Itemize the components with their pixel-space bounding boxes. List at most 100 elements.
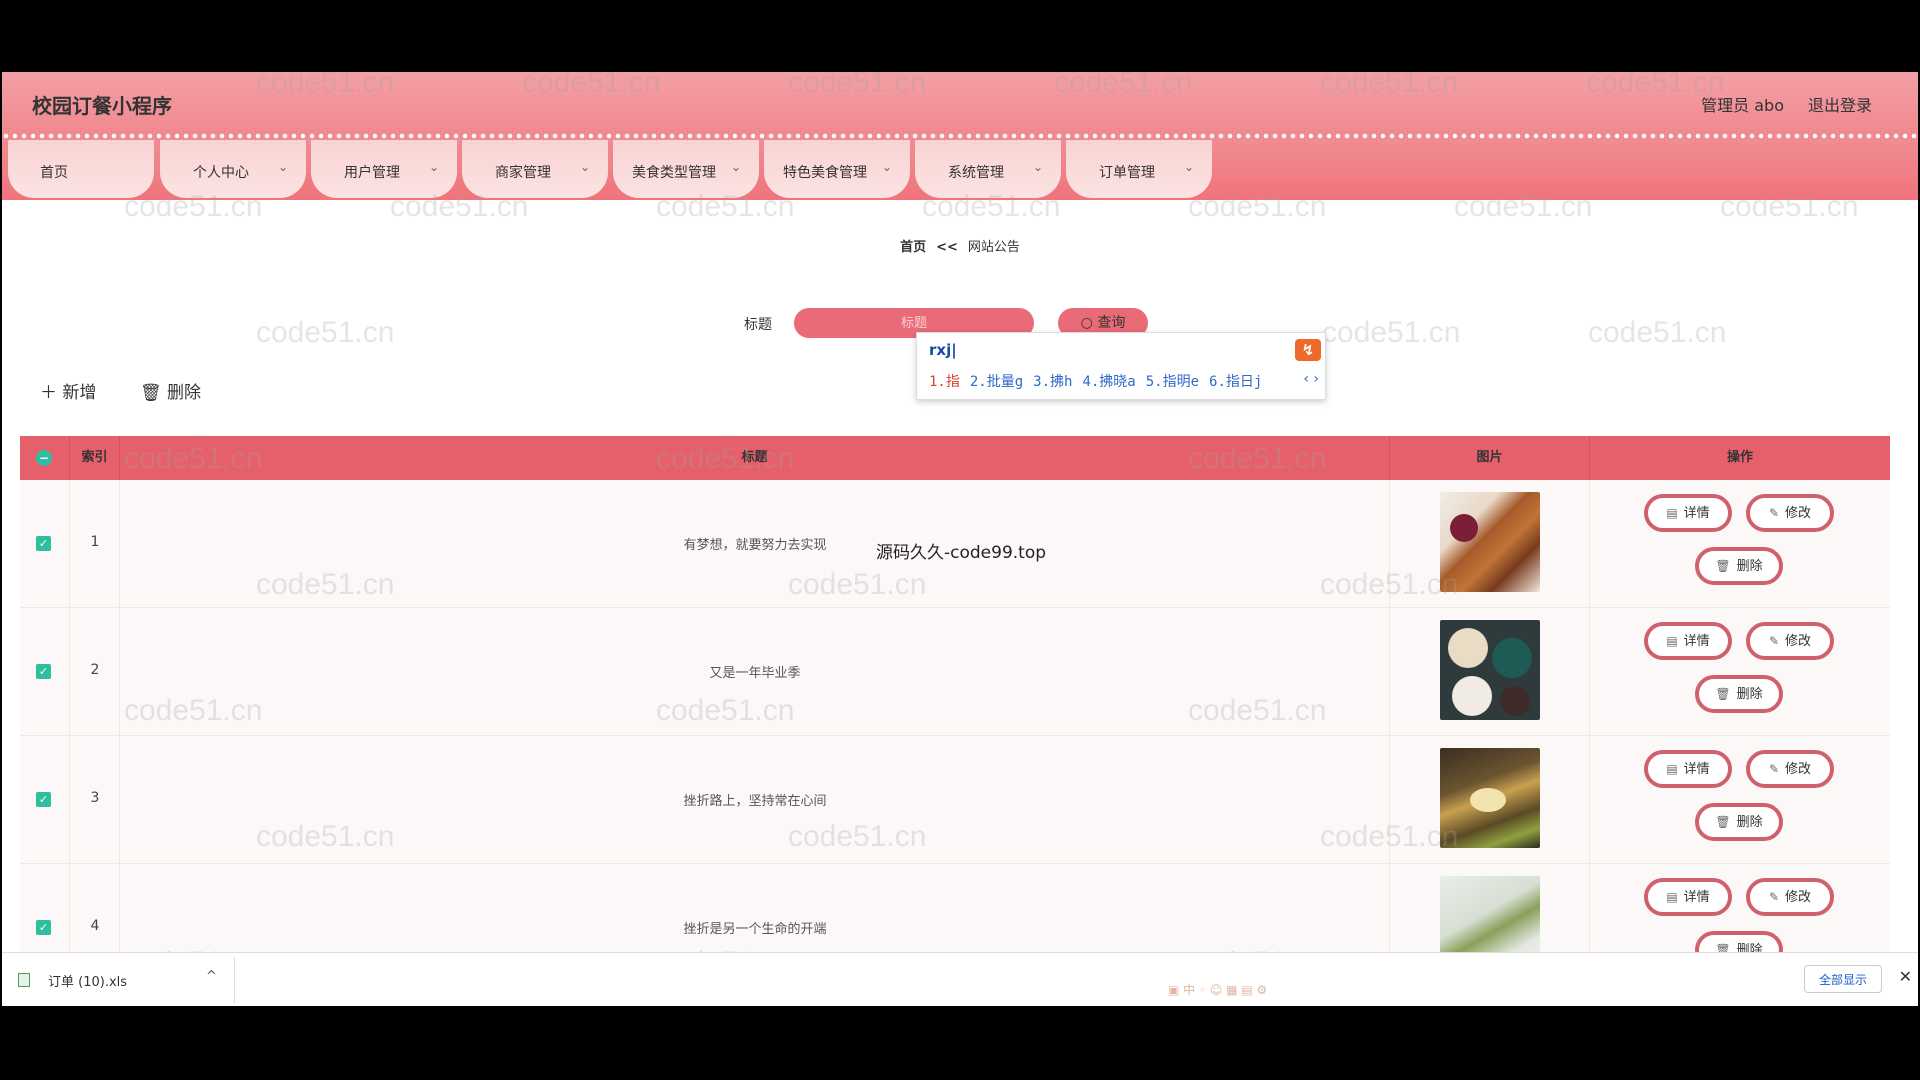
main-nav: 首页 个人中心 ⌄ 用户管理 ⌄ 商家管理 ⌄ 美食类型管理 ⌄ 特色美食管理 … — [2, 140, 1918, 200]
select-all-cell[interactable]: − — [20, 436, 70, 480]
watermark-text: code51.cn — [1588, 316, 1727, 349]
ime-candidate[interactable]: 2.批量g — [970, 374, 1023, 390]
row-title: 有梦想，就要努力去实现 — [683, 538, 827, 553]
document-icon: ▤ — [1666, 762, 1678, 776]
row-checkbox[interactable]: ✓ — [36, 664, 51, 679]
row-checkbox[interactable]: ✓ — [36, 792, 51, 807]
nav-item-label: 首页 — [40, 165, 68, 181]
chevron-down-icon: ⌄ — [579, 160, 590, 174]
column-header-image: 图片 — [1390, 436, 1590, 480]
chevron-down-icon: ⌄ — [1183, 160, 1194, 174]
image-detail — [1470, 788, 1506, 812]
edit-button-label: 修改 — [1785, 762, 1812, 777]
row-checkbox[interactable]: ✓ — [36, 920, 51, 935]
nav-item-label: 特色美食管理 — [783, 165, 867, 181]
row-delete-button[interactable]: 🗑 删除 — [1695, 675, 1783, 713]
nav-item-food-type-management[interactable]: 美食类型管理 ⌄ — [613, 140, 759, 198]
announcement-table: − 索引 标题 图片 操作 ✓ 1 有梦想，就要努力去实现 ▤ 详情 ✎ 修改 🗑 删… — [20, 436, 1890, 992]
downloaded-file-name[interactable]: 订单 (10).xls — [48, 971, 127, 990]
edit-button-label: 修改 — [1785, 890, 1812, 905]
ime-candidate[interactable]: 5.指明e — [1146, 374, 1199, 390]
column-header-index: 索引 — [70, 436, 120, 480]
delete-button-label: 删除 — [167, 383, 201, 403]
batch-delete-button[interactable]: 🗑 删除 — [140, 378, 201, 403]
document-icon: ▤ — [1666, 634, 1678, 648]
trash-icon: 🗑 — [1715, 687, 1731, 701]
browser-download-bar: 订单 (10).xls ^ ▣ 中 ◦ ☺ ▦ ▤ ⚙ 全部显示 ✕ — [2, 952, 1918, 1006]
ime-candidate[interactable]: 3.拂h — [1033, 374, 1072, 390]
breadcrumb-current: 网站公告 — [967, 240, 1020, 255]
nav-item-merchant-management[interactable]: 商家管理 ⌄ — [462, 140, 608, 198]
nav-item-order-management[interactable]: 订单管理 ⌄ — [1066, 140, 1212, 198]
row-delete-button[interactable]: 🗑 删除 — [1695, 547, 1783, 585]
nav-item-personal-center[interactable]: 个人中心 ⌄ — [160, 140, 306, 198]
row-checkbox[interactable]: ✓ — [36, 536, 51, 551]
edit-button[interactable]: ✎ 修改 — [1746, 622, 1834, 660]
food-image-plates — [1440, 620, 1540, 720]
nav-item-label: 系统管理 — [948, 165, 1004, 181]
app-window: 校园订餐小程序 管理员 abo 退出登录 首页 个人中心 ⌄ 用户管理 ⌄ 商家… — [2, 72, 1918, 1006]
detail-button[interactable]: ▤ 详情 — [1644, 878, 1732, 916]
overlay-watermark-text: 源码久久-code99.top — [876, 543, 1047, 563]
logout-link[interactable]: 退出登录 — [1808, 92, 1872, 116]
document-icon: ▤ — [1666, 506, 1678, 520]
detail-button-label: 详情 — [1683, 890, 1710, 905]
row-title: 挫折路上，坚持常在心间 — [683, 794, 827, 809]
ime-candidate[interactable]: 1.指 — [929, 374, 960, 390]
pencil-icon: ✎ — [1768, 634, 1780, 648]
food-image-platter — [1440, 748, 1540, 848]
chevron-up-icon[interactable]: ^ — [206, 969, 217, 984]
row-delete-button[interactable]: 🗑 删除 — [1695, 803, 1783, 841]
row-title: 又是一年毕业季 — [709, 666, 801, 681]
row-delete-button-label: 删除 — [1736, 815, 1763, 830]
trash-icon: 🗑 — [1715, 559, 1731, 573]
ime-page-arrows[interactable]: ‹ › — [1303, 371, 1319, 387]
show-all-downloads-button[interactable]: 全部显示 — [1804, 965, 1882, 993]
detail-button[interactable]: ▤ 详情 — [1644, 494, 1732, 532]
edit-button-label: 修改 — [1785, 506, 1812, 521]
image-detail — [1492, 638, 1532, 678]
chevron-down-icon: ⌄ — [881, 160, 892, 174]
row-index: 3 — [90, 790, 100, 806]
column-header-title: 标题 — [120, 436, 1390, 480]
edit-button[interactable]: ✎ 修改 — [1746, 878, 1834, 916]
search-icon: ○ — [1080, 315, 1098, 331]
ime-candidate[interactable]: 6.指日j — [1209, 374, 1262, 390]
detail-button[interactable]: ▤ 详情 — [1644, 750, 1732, 788]
select-all-checkbox-icon[interactable]: − — [36, 450, 52, 466]
row-delete-button-label: 删除 — [1736, 559, 1763, 574]
search-button-label: 查询 — [1097, 315, 1126, 331]
pencil-icon: ✎ — [1768, 762, 1780, 776]
nav-item-label: 美食类型管理 — [632, 165, 716, 181]
admin-user-label: 管理员 abo — [1701, 96, 1784, 115]
close-icon[interactable]: ✕ — [1899, 967, 1912, 986]
row-delete-button-label: 删除 — [1736, 687, 1763, 702]
chevron-down-icon: ⌄ — [277, 160, 288, 174]
detail-button[interactable]: ▤ 详情 — [1644, 622, 1732, 660]
row-index: 2 — [90, 662, 100, 678]
image-detail — [1500, 686, 1530, 716]
watermark-text: code51.cn — [256, 316, 395, 349]
pencil-icon: ✎ — [1768, 506, 1780, 520]
add-button[interactable]: ＋ 新增 — [40, 378, 96, 403]
chevron-down-icon: ⌄ — [1032, 160, 1043, 174]
edit-button-label: 修改 — [1785, 634, 1812, 649]
breadcrumb-home[interactable]: 首页 — [900, 240, 926, 255]
ime-input-text: rxj — [929, 341, 952, 359]
nav-item-system-management[interactable]: 系统管理 ⌄ — [915, 140, 1061, 198]
document-icon: ▤ — [1666, 890, 1678, 904]
edit-button[interactable]: ✎ 修改 — [1746, 494, 1834, 532]
edit-button[interactable]: ✎ 修改 — [1746, 750, 1834, 788]
nav-item-home[interactable]: 首页 — [8, 140, 154, 198]
nav-item-user-management[interactable]: 用户管理 ⌄ — [311, 140, 457, 198]
trash-icon: 🗑 — [140, 383, 162, 403]
ime-candidate[interactable]: 4.拂晓a — [1082, 374, 1135, 390]
pencil-icon: ✎ — [1768, 890, 1780, 904]
nav-item-special-food-management[interactable]: 特色美食管理 ⌄ — [764, 140, 910, 198]
row-index: 1 — [90, 534, 100, 550]
ime-logo-icon: ↯ — [1295, 339, 1321, 361]
row-index: 4 — [90, 918, 100, 934]
nav-item-label: 商家管理 — [495, 165, 551, 181]
excel-file-icon — [18, 973, 30, 987]
breadcrumb: 首页 << 网站公告 — [2, 236, 1918, 255]
